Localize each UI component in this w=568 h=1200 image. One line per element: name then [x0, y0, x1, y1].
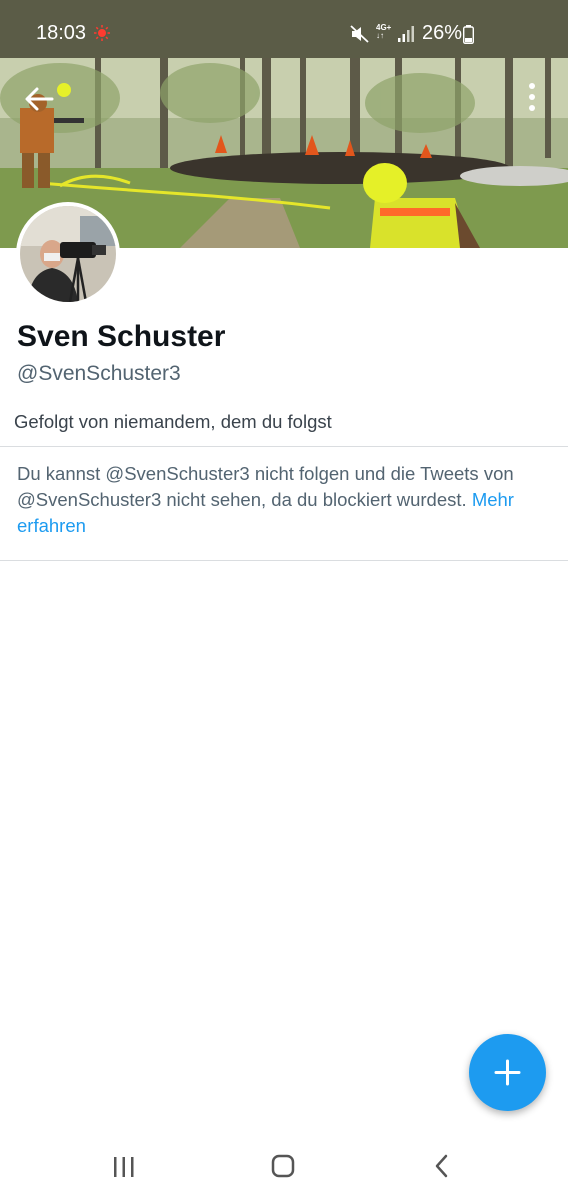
divider [0, 560, 568, 561]
back-arrow-icon [25, 87, 54, 111]
compose-tweet-button[interactable] [469, 1034, 546, 1111]
avatar[interactable] [16, 202, 120, 306]
mute-icon [350, 25, 369, 43]
signal-icon [398, 26, 414, 42]
followers-you-know: Gefolgt von niemandem, dem du folgst [14, 411, 332, 432]
avatar-image [20, 206, 116, 302]
home-icon[interactable] [271, 1154, 295, 1178]
recents-icon[interactable] [112, 1156, 136, 1178]
display-name: Sven Schuster [17, 320, 226, 353]
status-time: 18:03 [36, 22, 87, 44]
plus-icon [494, 1059, 521, 1086]
blocked-notice-text: Du kannst @SvenSchuster3 nicht folgen un… [17, 463, 514, 510]
battery-percent: 26% [422, 22, 463, 44]
divider [0, 446, 568, 447]
status-bar: 18:03 4G+ ↓↑ 26% [0, 0, 568, 58]
more-button[interactable] [520, 80, 544, 116]
network-4g-icon: 4G+ ↓↑ [376, 24, 391, 40]
recording-icon [94, 25, 110, 41]
battery-icon [463, 25, 474, 44]
system-nav-bar [0, 1130, 568, 1200]
user-handle: @SvenSchuster3 [17, 362, 181, 385]
blocked-notice: Du kannst @SvenSchuster3 nicht folgen un… [17, 461, 557, 539]
back-button[interactable] [22, 84, 56, 114]
back-icon[interactable] [433, 1154, 451, 1178]
more-vertical-icon [529, 83, 535, 111]
network-arrows: ↓↑ [376, 31, 384, 40]
